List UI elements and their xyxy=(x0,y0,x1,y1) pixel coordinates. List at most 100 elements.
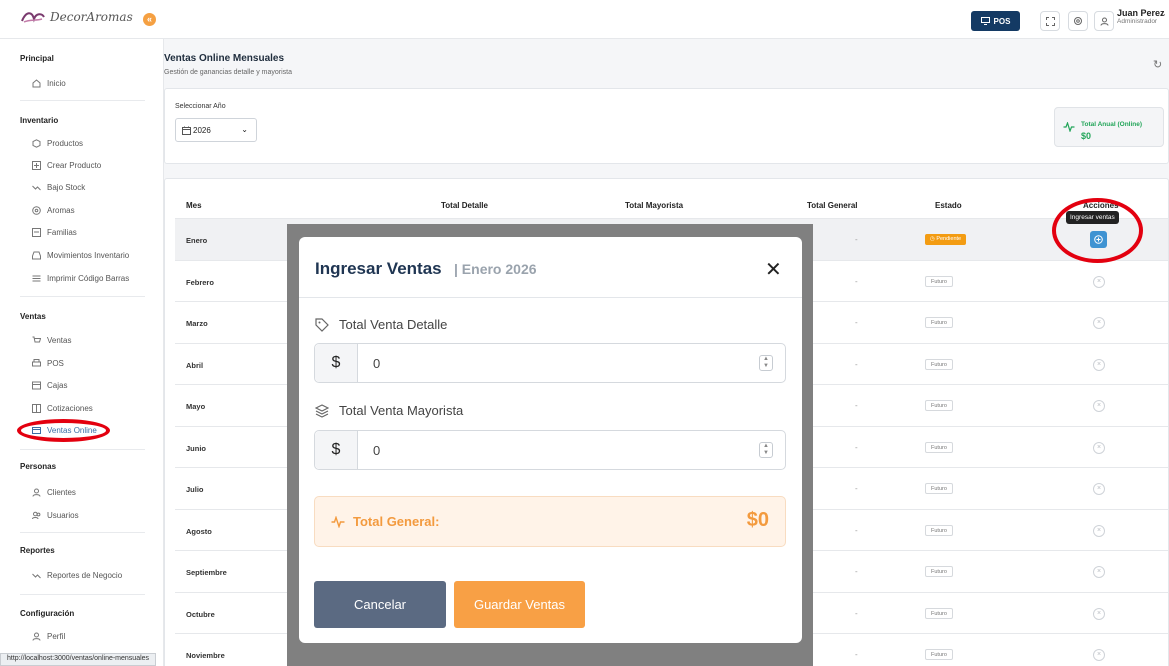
sidebar-item-aromas[interactable]: Aromas xyxy=(31,204,75,216)
sidebar-item-clientes[interactable]: Clientes xyxy=(31,486,76,498)
detalle-value: 0 xyxy=(373,356,381,371)
box-icon xyxy=(31,138,41,148)
refresh-icon[interactable]: ↻ xyxy=(1153,58,1162,71)
total-general-value: $0 xyxy=(746,509,769,531)
status-badge: ◷ Pendiente xyxy=(925,234,967,245)
disabled-action-icon: × xyxy=(1093,441,1105,454)
brand-logo[interactable]: DecorAromas xyxy=(20,9,133,25)
divider xyxy=(299,297,802,298)
sidebar-item-perfil[interactable]: Perfil xyxy=(31,630,65,642)
sidebar-item-label: Aromas xyxy=(47,205,75,215)
divider xyxy=(20,449,145,450)
annual-total-value: $0 xyxy=(1081,131,1092,141)
status-badge: Futuro xyxy=(925,441,953,453)
year-select-label: Seleccionar Año xyxy=(175,103,226,110)
sidebar-item-label: Productos xyxy=(47,138,84,148)
user-avatar-button[interactable] xyxy=(1094,11,1114,31)
sidebar-item-reportes-negocio[interactable]: Reportes de Negocio xyxy=(31,569,122,581)
sidebar-item-productos[interactable]: Productos xyxy=(31,137,83,149)
general-total-cell: - xyxy=(855,650,858,659)
month-cell: Junio xyxy=(186,443,206,453)
divider xyxy=(20,532,145,533)
modal-title: Ingresar Ventas xyxy=(315,259,442,278)
sidebar-item-cotizaciones[interactable]: Cotizaciones xyxy=(31,402,93,414)
sidebar-section-configuracion: Configuración xyxy=(20,609,75,618)
sidebar-item-cajas[interactable]: Cajas xyxy=(31,379,67,391)
sidebar-item-label: Perfil xyxy=(47,631,66,641)
close-icon[interactable]: ✕ xyxy=(765,257,782,282)
general-total-cell: - xyxy=(855,235,858,244)
disabled-action-icon: × xyxy=(1093,317,1105,329)
general-total-cell: - xyxy=(855,567,858,576)
cancel-button[interactable]: Cancelar xyxy=(314,581,446,628)
general-total-cell: - xyxy=(855,484,858,493)
general-total-cell: - xyxy=(855,401,858,410)
sidebar-item-inicio[interactable]: Inicio xyxy=(31,77,66,89)
sidebar-item-familias[interactable]: Familias xyxy=(31,226,77,238)
collapse-sidebar-button[interactable]: « xyxy=(143,13,156,26)
sidebar-item-bajo-stock[interactable]: Bajo Stock xyxy=(31,181,85,193)
disabled-action-icon: × xyxy=(1093,524,1105,537)
general-total-cell: - xyxy=(855,525,858,535)
month-cell: Mayo xyxy=(186,402,206,411)
pos-button[interactable]: POS xyxy=(971,11,1020,31)
sidebar-item-crear-producto[interactable]: Crear Producto xyxy=(31,159,101,171)
folder-icon xyxy=(31,227,41,237)
layers-icon xyxy=(315,403,329,418)
detalle-label: Total Venta Detalle xyxy=(315,317,447,332)
column-header: Total Detalle xyxy=(441,201,488,210)
sidebar-item-movimientos-inventario[interactable]: Movimientos Inventario xyxy=(31,249,129,261)
status-badge: Futuro xyxy=(925,275,953,287)
status-badge: Futuro xyxy=(925,649,953,660)
sidebar-section-personas: Personas xyxy=(20,462,57,471)
status-badge: Futuro xyxy=(925,524,953,536)
sidebar-item-usuarios[interactable]: Usuarios xyxy=(31,509,79,521)
sidebar-item-label: Reportes de Negocio xyxy=(47,570,123,580)
general-total-cell: - xyxy=(855,276,858,286)
total-general-box: Total General: $0 xyxy=(314,496,786,547)
highlight-annotation xyxy=(1052,198,1143,263)
sidebar: Principal Inicio Inventario Productos Cr… xyxy=(0,39,164,666)
number-stepper[interactable]: ▲ ▼ xyxy=(759,355,773,371)
pos-button-label: POS xyxy=(993,16,1011,26)
monitor-icon xyxy=(980,17,990,25)
sidebar-section-inventario: Inventario xyxy=(20,116,59,125)
currency-prefix: $ xyxy=(315,431,358,469)
month-cell: Marzo xyxy=(186,319,208,328)
column-header: Total Mayorista xyxy=(625,201,684,210)
barcode-icon xyxy=(31,273,41,283)
column-header: Total General xyxy=(807,201,858,210)
divider xyxy=(20,100,145,101)
sidebar-item-imprimir-codigo-barras[interactable]: Imprimir Código Barras xyxy=(31,272,129,284)
modal-subtitle: | Enero 2026 xyxy=(454,261,537,277)
disabled-action-icon: × xyxy=(1093,358,1105,371)
month-cell: Febrero xyxy=(186,277,214,287)
mayorista-input[interactable]: $ 0 ▲ ▼ xyxy=(314,430,786,470)
save-sales-button[interactable]: Guardar Ventas xyxy=(454,581,585,628)
month-cell: Julio xyxy=(186,485,204,494)
year-filter-card: Seleccionar Año 2026 ⌄ Total Anual (Onli… xyxy=(164,88,1169,164)
mayorista-value: 0 xyxy=(373,443,381,458)
status-bar-url: http://localhost:3000/ventas/online-mens… xyxy=(0,653,157,666)
year-select[interactable]: 2026 ⌄ xyxy=(175,118,257,142)
annual-total-box: Total Anual (Online) $0 xyxy=(1054,107,1164,147)
user-icon xyxy=(31,631,41,641)
chevron-down-icon[interactable]: ⌄ xyxy=(1160,9,1167,18)
user-menu[interactable]: Juan Perez Administrador xyxy=(1117,8,1165,25)
column-header: Estado xyxy=(935,201,962,210)
fullscreen-button[interactable] xyxy=(1040,11,1060,31)
detalle-input[interactable]: $ 0 ▲ ▼ xyxy=(314,343,786,383)
number-stepper[interactable]: ▲ ▼ xyxy=(759,442,773,458)
sidebar-item-ventas[interactable]: Ventas xyxy=(31,334,71,346)
general-total-cell: - xyxy=(855,442,858,452)
annual-total-label: Total Anual (Online) xyxy=(1081,121,1143,128)
disabled-action-icon: × xyxy=(1093,483,1105,495)
currency-prefix: $ xyxy=(315,344,358,382)
year-select-value: 2026 xyxy=(193,125,211,135)
settings-button[interactable] xyxy=(1068,11,1088,31)
sidebar-item-pos[interactable]: POS xyxy=(31,357,64,369)
month-cell: Noviembre xyxy=(186,651,225,660)
sidebar-section-principal: Principal xyxy=(20,54,54,63)
users-icon xyxy=(31,510,41,520)
home-icon xyxy=(31,78,41,88)
